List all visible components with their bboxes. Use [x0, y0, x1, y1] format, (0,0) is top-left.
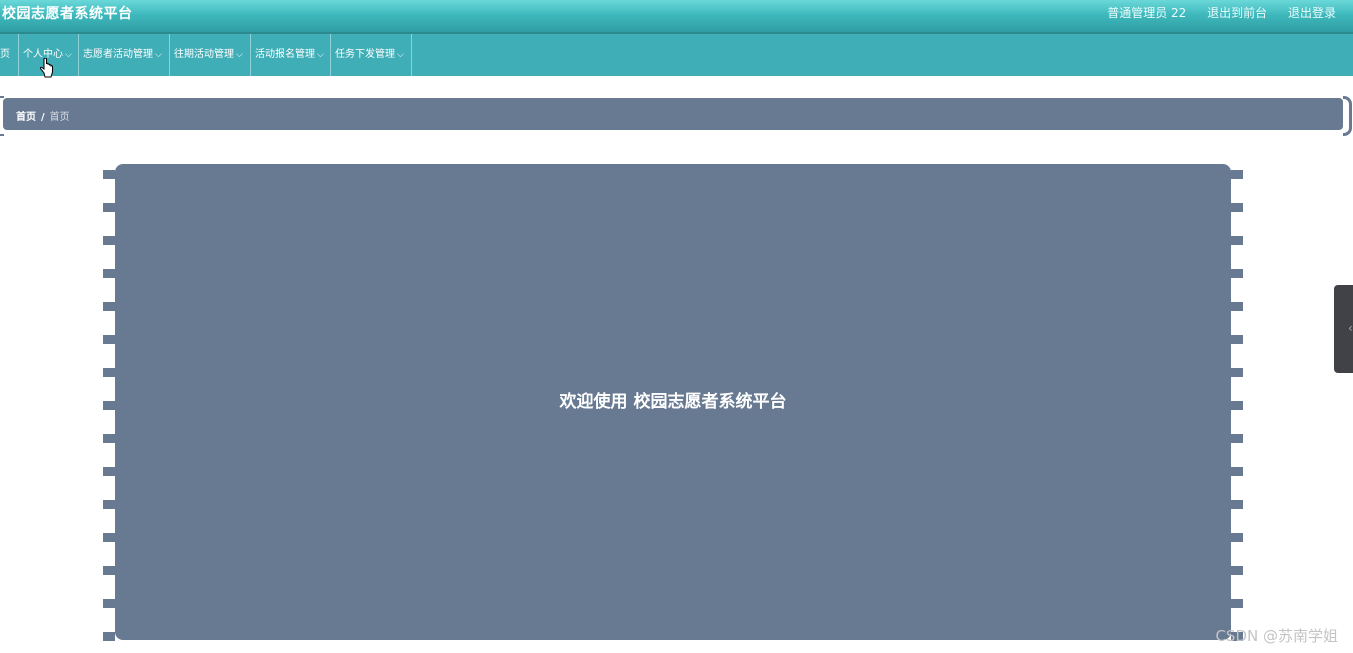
edge-tooth	[103, 302, 115, 311]
edge-tooth	[1231, 236, 1243, 245]
side-collapse-tab[interactable]: ‹	[1334, 285, 1353, 373]
nav-item-label: 活动报名管理	[255, 49, 315, 60]
edge-tooth	[103, 368, 115, 377]
hand-pointer-icon	[40, 57, 54, 82]
edge-tooth	[1231, 533, 1243, 542]
chevron-down-icon: ⌵	[236, 50, 243, 60]
main-nav: 页 个人中心 ⌵ 志愿者活动管理 ⌵ 往期活动管理 ⌵ 活动报名管理 ⌵ 任务下发管理 ⌵	[0, 34, 1353, 76]
welcome-text: 欢迎使用 校园志愿者系统平台	[559, 392, 787, 412]
nav-item-past-activity[interactable]: 往期活动管理 ⌵	[170, 34, 251, 76]
edge-tooth	[1231, 434, 1243, 443]
breadcrumb-trail: 首页 / 首页	[16, 108, 70, 123]
edge-tooth	[103, 500, 115, 509]
nav-item-label: 志愿者活动管理	[83, 49, 153, 60]
chevron-down-icon: ⌵	[317, 50, 324, 60]
header-links: 普通管理员 22 退出到前台 退出登录	[1090, 4, 1336, 21]
edge-tooth	[1231, 170, 1243, 179]
edge-tooth	[103, 236, 115, 245]
breadcrumb-home-link[interactable]: 首页	[16, 112, 36, 123]
panel-edge-decoration-right	[1231, 170, 1243, 641]
edge-tooth	[1231, 500, 1243, 509]
edge-tooth	[103, 203, 115, 212]
breadcrumb: 首页 / 首页	[3, 98, 1343, 130]
edge-tooth	[1231, 599, 1243, 608]
breadcrumb-bracket-right	[1343, 96, 1352, 136]
nav-item-task-dispatch[interactable]: 任务下发管理 ⌵	[331, 34, 412, 76]
edge-tooth	[103, 335, 115, 344]
nav-item-home[interactable]: 页	[0, 34, 19, 76]
edge-tooth	[1231, 401, 1243, 410]
nav-item-registration[interactable]: 活动报名管理 ⌵	[251, 34, 331, 76]
edge-tooth	[103, 599, 115, 608]
breadcrumb-current: 首页	[49, 112, 70, 123]
edge-tooth	[1231, 467, 1243, 476]
chevron-down-icon: ⌵	[397, 50, 404, 60]
top-header: 校园志愿者系统平台 普通管理员 22 退出到前台 退出登录	[0, 0, 1353, 34]
edge-tooth	[1231, 203, 1243, 212]
nav-item-volunteer-activity[interactable]: 志愿者活动管理 ⌵	[79, 34, 170, 76]
nav-item-label: 页	[0, 49, 10, 60]
logout-link[interactable]: 退出登录	[1288, 6, 1336, 20]
edge-tooth	[1231, 335, 1243, 344]
edge-tooth	[1231, 302, 1243, 311]
edge-tooth	[1231, 269, 1243, 278]
edge-tooth	[103, 533, 115, 542]
edge-tooth	[103, 269, 115, 278]
welcome-panel: 欢迎使用 校园志愿者系统平台	[115, 164, 1231, 640]
watermark: CSDN @苏南学姐	[1215, 627, 1338, 645]
panel-edge-decoration-left	[103, 170, 115, 641]
chevron-down-icon: ⌵	[65, 50, 72, 60]
frontend-link[interactable]: 退出到前台	[1207, 6, 1267, 20]
edge-tooth	[103, 632, 115, 641]
edge-tooth	[1231, 566, 1243, 575]
nav-item-label: 往期活动管理	[174, 49, 234, 60]
edge-tooth	[103, 566, 115, 575]
edge-tooth	[103, 467, 115, 476]
user-label[interactable]: 普通管理员 22	[1107, 6, 1186, 20]
chevron-down-icon: ⌵	[155, 50, 162, 60]
edge-tooth	[103, 401, 115, 410]
breadcrumb-separator: /	[41, 112, 45, 123]
edge-tooth	[103, 434, 115, 443]
nav-item-label: 任务下发管理	[335, 49, 395, 60]
chevron-left-icon: ‹	[1348, 321, 1353, 335]
edge-tooth	[1231, 368, 1243, 377]
edge-tooth	[103, 170, 115, 179]
app-title: 校园志愿者系统平台	[2, 6, 133, 22]
